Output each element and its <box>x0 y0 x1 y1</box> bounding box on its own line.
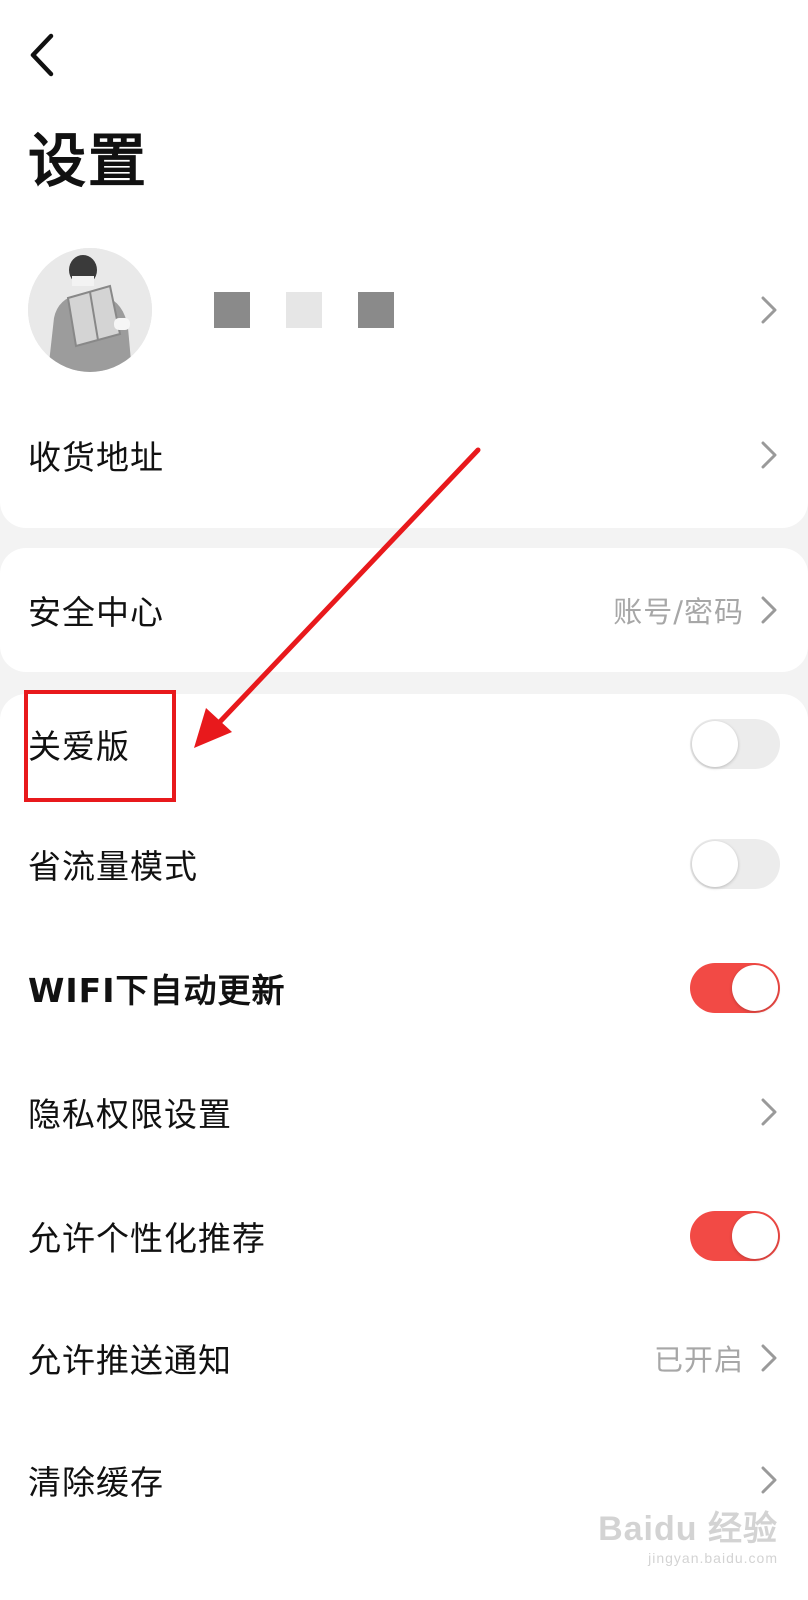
page-title: 设置 <box>28 127 149 195</box>
toggle-knob <box>692 841 738 887</box>
profile-name-masked <box>214 292 758 328</box>
address-label: 收货地址 <box>28 438 164 477</box>
push-label: 允许推送通知 <box>28 1341 232 1380</box>
chevron-right-icon <box>761 596 777 624</box>
data-saver-toggle[interactable] <box>690 839 780 889</box>
chevron-right-icon <box>761 1344 777 1372</box>
personalized-row: 允许个性化推荐 <box>0 1186 808 1286</box>
toggle-knob <box>692 721 738 767</box>
wifi-update-toggle[interactable] <box>690 963 780 1013</box>
settings-card: 关爱版 省流量模式 WIFI下自动更新 隐私权限设置 允许个性化推荐 允许推送通… <box>0 694 808 1600</box>
top-bar: 设置 <box>0 0 808 230</box>
personalized-toggle[interactable] <box>690 1211 780 1261</box>
avatar <box>28 248 152 372</box>
back-button[interactable] <box>22 30 62 80</box>
reading-person-icon <box>28 248 152 372</box>
profile-row[interactable] <box>0 242 808 378</box>
account-card: 收货地址 <box>0 220 808 528</box>
address-row[interactable]: 收货地址 <box>0 400 808 510</box>
security-card: 安全中心 账号/密码 <box>0 548 808 672</box>
watermark: Baidu 经验 jingyan.baidu.com <box>598 1501 778 1566</box>
wifi-update-row: WIFI下自动更新 <box>0 938 808 1038</box>
chevron-right-icon <box>761 1098 777 1126</box>
wifi-update-label: WIFI下自动更新 <box>28 971 286 1010</box>
care-mode-label: 关爱版 <box>28 727 130 766</box>
toggle-knob <box>732 1213 778 1259</box>
data-saver-label: 省流量模式 <box>28 847 198 886</box>
care-mode-row: 关爱版 <box>0 694 808 794</box>
watermark-sub: jingyan.baidu.com <box>648 1550 778 1566</box>
toggle-knob <box>732 965 778 1011</box>
push-row[interactable]: 允许推送通知 已开启 <box>0 1308 808 1408</box>
chevron-right-icon <box>761 441 777 469</box>
personalized-label: 允许个性化推荐 <box>28 1219 266 1258</box>
privacy-label: 隐私权限设置 <box>28 1095 232 1134</box>
masked-name-block <box>286 292 322 328</box>
back-arrow-icon <box>30 33 54 77</box>
care-mode-toggle[interactable] <box>690 719 780 769</box>
masked-name-block <box>358 292 394 328</box>
masked-name-block <box>214 292 250 328</box>
privacy-row[interactable]: 隐私权限设置 <box>0 1062 808 1162</box>
security-value: 账号/密码 <box>613 595 744 629</box>
watermark-main: Baidu 经验 <box>598 1510 778 1548</box>
cache-label: 清除缓存 <box>28 1463 164 1502</box>
chevron-right-icon <box>761 1466 777 1494</box>
security-row[interactable]: 安全中心 账号/密码 <box>0 548 808 672</box>
security-label: 安全中心 <box>28 593 164 632</box>
push-value: 已开启 <box>653 1343 744 1377</box>
data-saver-row: 省流量模式 <box>0 814 808 914</box>
chevron-right-icon <box>761 296 777 324</box>
